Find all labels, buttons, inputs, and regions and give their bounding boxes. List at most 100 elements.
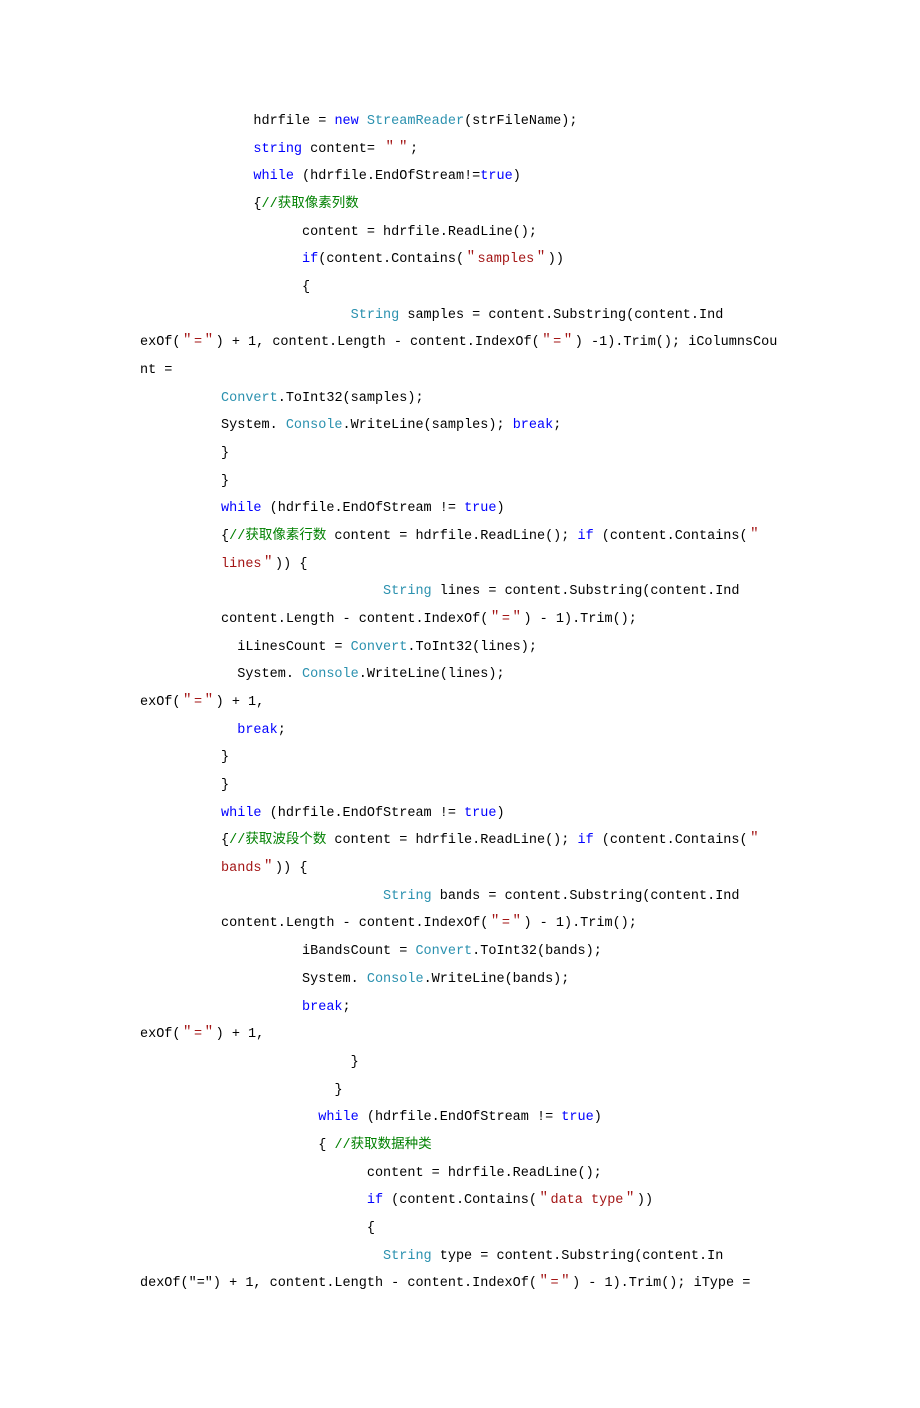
code-token: StreamReader	[367, 114, 464, 129]
code-token: Console	[286, 418, 343, 433]
code-line: System. Console.WriteLine(lines);	[140, 661, 780, 689]
code-token: {	[221, 833, 229, 848]
code-token: dexOf("=") + 1, content.Length - content…	[140, 1276, 537, 1291]
code-token: type = content.Substring(content.In	[432, 1249, 724, 1264]
code-token: lines＂	[221, 557, 275, 572]
code-token: }	[221, 446, 229, 461]
code-token: break	[237, 723, 278, 738]
code-token: ) - 1).Trim(); iType =	[572, 1276, 758, 1291]
code-token: ) - 1).Trim();	[523, 916, 636, 931]
code-line: String samples = content.Substring(conte…	[140, 302, 780, 330]
code-line: exOf( ＂=＂) + 1, content.Length - content.…	[140, 329, 780, 384]
code-token: iBandsCount =	[302, 944, 415, 959]
code-line: String lines = content.Substring(content…	[140, 578, 780, 606]
code-token: ＂=＂	[181, 695, 216, 710]
code-token: {	[253, 197, 261, 212]
code-line: System. Console.WriteLine(bands);	[140, 966, 780, 994]
code-token: content.Length - content.IndexOf(	[221, 916, 488, 931]
code-token: (content.Contains(	[383, 1193, 537, 1208]
code-line: lines＂)) {	[140, 551, 780, 579]
code-token: .WriteLine(lines);	[359, 667, 505, 682]
code-token: if	[302, 252, 318, 267]
code-line: content.Length - content.IndexOf(＂=＂) - …	[140, 910, 780, 938]
code-token: content = hdrfile.ReadLine();	[326, 529, 577, 544]
code-token: Convert	[351, 640, 408, 655]
code-block: hdrfile = new StreamReader(strFileName);…	[140, 108, 780, 1298]
code-token: Console	[302, 667, 359, 682]
code-token: content.Length - content.IndexOf(	[221, 612, 488, 627]
document-page: hdrfile = new StreamReader(strFileName);…	[0, 0, 920, 1408]
code-token: System.	[237, 667, 302, 682]
code-token: ＂＂	[383, 142, 410, 157]
code-token: while	[318, 1110, 359, 1125]
code-token: exOf(	[140, 695, 181, 710]
code-token: break	[302, 1000, 343, 1015]
code-token: ;	[410, 142, 418, 157]
code-line: string content= ＂＂;	[140, 136, 780, 164]
code-token: content = hdrfile.ReadLine();	[367, 1166, 602, 1181]
code-token: //获取像素列数	[262, 197, 359, 212]
code-token: hdrfile =	[253, 114, 334, 129]
code-token: }	[221, 474, 229, 489]
code-token: System.	[221, 418, 286, 433]
code-line: hdrfile = new StreamReader(strFileName);	[140, 108, 780, 136]
code-token: (hdrfile.EndOfStream !=	[359, 1110, 562, 1125]
code-line: if (content.Contains(＂data type＂))	[140, 1187, 780, 1215]
code-token: )) {	[275, 861, 307, 876]
code-token: ＂	[748, 529, 762, 544]
code-token: ;	[553, 418, 561, 433]
code-token: .WriteLine(samples);	[343, 418, 513, 433]
code-token: {	[318, 1138, 334, 1153]
code-token: string	[253, 142, 302, 157]
code-token: ;	[278, 723, 286, 738]
code-line: content = hdrfile.ReadLine();	[140, 219, 780, 247]
code-token: if	[577, 833, 593, 848]
code-token: )	[594, 1110, 602, 1125]
code-token: (content.Contains(	[594, 529, 748, 544]
code-line: { //获取数据种类	[140, 1132, 780, 1160]
code-token: ) + 1, content.Length - content.IndexOf(	[216, 335, 540, 350]
code-token: {	[367, 1221, 375, 1236]
code-token: }	[221, 750, 229, 765]
code-line: Convert.ToInt32(samples);	[140, 385, 780, 413]
code-token: content = hdrfile.ReadLine();	[302, 225, 537, 240]
code-line: }	[140, 744, 780, 772]
code-token: ))	[637, 1193, 653, 1208]
code-token: bands＂	[221, 861, 275, 876]
code-token: )	[496, 501, 504, 516]
code-line: String bands = content.Substring(content…	[140, 883, 780, 911]
code-token: samples = content.Substring(content.Ind	[399, 308, 723, 323]
code-line: while (hdrfile.EndOfStream != true)	[140, 800, 780, 828]
code-line: break;	[140, 994, 780, 1022]
code-line: break;	[140, 717, 780, 745]
code-token: String	[383, 1249, 432, 1264]
code-token: exOf(	[140, 335, 181, 350]
code-line: String type = content.Substring(content.…	[140, 1243, 780, 1271]
code-line: while (hdrfile.EndOfStream != true)	[140, 495, 780, 523]
code-token: true	[464, 501, 496, 516]
code-token: lines = content.Substring(content.Ind	[432, 584, 740, 599]
code-line: {	[140, 274, 780, 302]
code-token: }	[334, 1083, 342, 1098]
code-line: while (hdrfile.EndOfStream!=true)	[140, 163, 780, 191]
code-token: ＂=＂	[537, 1276, 572, 1291]
code-line: dexOf("=") + 1, content.Length - content…	[140, 1270, 780, 1298]
code-token: )	[513, 169, 521, 184]
code-line: {//获取像素列数	[140, 191, 780, 219]
code-token: .ToInt32(bands);	[472, 944, 602, 959]
code-line: }	[140, 1077, 780, 1105]
code-token: {	[221, 529, 229, 544]
code-token: }	[221, 778, 229, 793]
code-token: ;	[343, 1000, 351, 1015]
code-token: new	[334, 114, 366, 129]
code-token: String	[351, 308, 400, 323]
code-line: if(content.Contains(＂samples＂))	[140, 246, 780, 274]
code-token: while	[253, 169, 294, 184]
code-token: iLinesCount =	[237, 640, 350, 655]
code-line: }	[140, 468, 780, 496]
code-token: while	[221, 501, 262, 516]
code-token: (content.Contains(	[318, 252, 464, 267]
code-token: ＂=＂	[488, 612, 523, 627]
code-token: ＂=＂	[540, 335, 575, 350]
code-token: ))	[548, 252, 564, 267]
